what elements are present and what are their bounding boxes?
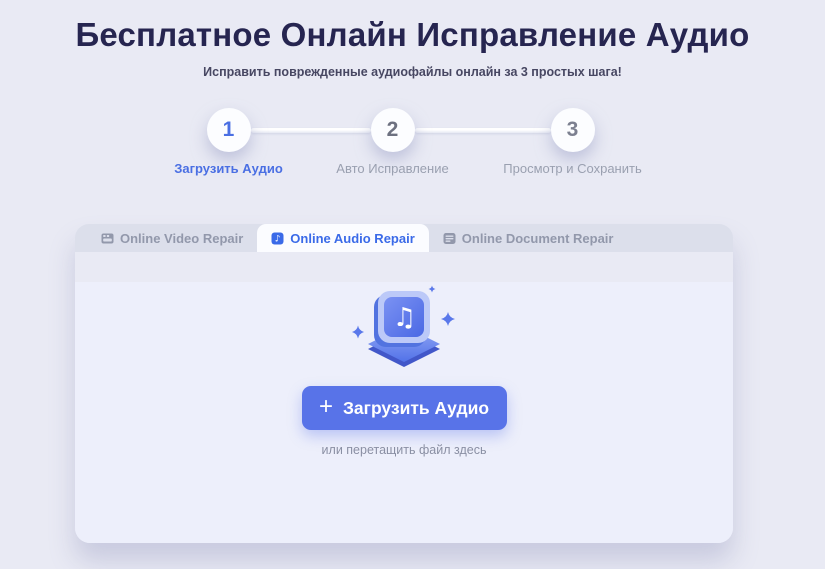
plus-icon: + <box>318 393 333 420</box>
step-connector <box>414 127 551 133</box>
tab-online-document-repair[interactable]: Online Document Repair <box>429 224 628 252</box>
repair-card: Online Video Repair ♪ Online Audio Repai… <box>75 224 733 543</box>
document-icon <box>443 232 456 245</box>
tab-online-audio-repair[interactable]: ♪ Online Audio Repair <box>257 224 429 252</box>
tab-label: Online Document Repair <box>461 230 614 246</box>
step-2: 2 Авто Исправление <box>336 108 449 176</box>
tab-bar: Online Video Repair ♪ Online Audio Repai… <box>75 224 733 252</box>
step-3: 3 Просмотр и Сохранить <box>503 108 642 176</box>
step-2-label: Авто Исправление <box>336 161 449 176</box>
svg-text:♪: ♪ <box>275 234 281 244</box>
sparkle-icon <box>441 312 455 326</box>
drop-hint: или перетащить файл здесь <box>321 443 487 457</box>
music-note-icon: ♪ <box>271 232 284 245</box>
page-subtitle: Исправить поврежденные аудиофайлы онлайн… <box>203 65 622 79</box>
step-indicator: 1 Загрузить Аудио 2 Авто Исправление 3 П… <box>0 108 813 176</box>
step-3-circle: 3 <box>550 108 595 152</box>
tab-label: Online Audio Repair <box>290 230 415 246</box>
step-connector <box>250 127 371 133</box>
step-2-circle: 2 <box>370 108 415 152</box>
tab-online-video-repair[interactable]: Online Video Repair <box>87 224 257 252</box>
sparkle-icon <box>352 325 364 339</box>
page-title: Бесплатное Онлайн Исправление Аудио <box>75 16 750 53</box>
film-icon <box>101 232 114 245</box>
upload-button-label: Загрузить Аудио <box>342 397 490 418</box>
step-1-label: Загрузить Аудио <box>174 161 283 176</box>
tab-label: Online Video Repair <box>120 230 244 246</box>
upload-audio-button[interactable]: + Загрузить Аудио <box>301 386 507 430</box>
music-note-icon: ♫ <box>393 303 416 333</box>
drop-zone[interactable]: ♫ + Загрузить Аудио или перетащить файл … <box>75 282 733 543</box>
step-1: 1 Загрузить Аудио <box>174 108 283 176</box>
step-3-label: Просмотр и Сохранить <box>503 161 642 176</box>
sparkle-icon <box>428 285 436 293</box>
step-1-circle: 1 <box>206 108 251 152</box>
audio-upload-illustration: ♫ <box>352 285 455 367</box>
